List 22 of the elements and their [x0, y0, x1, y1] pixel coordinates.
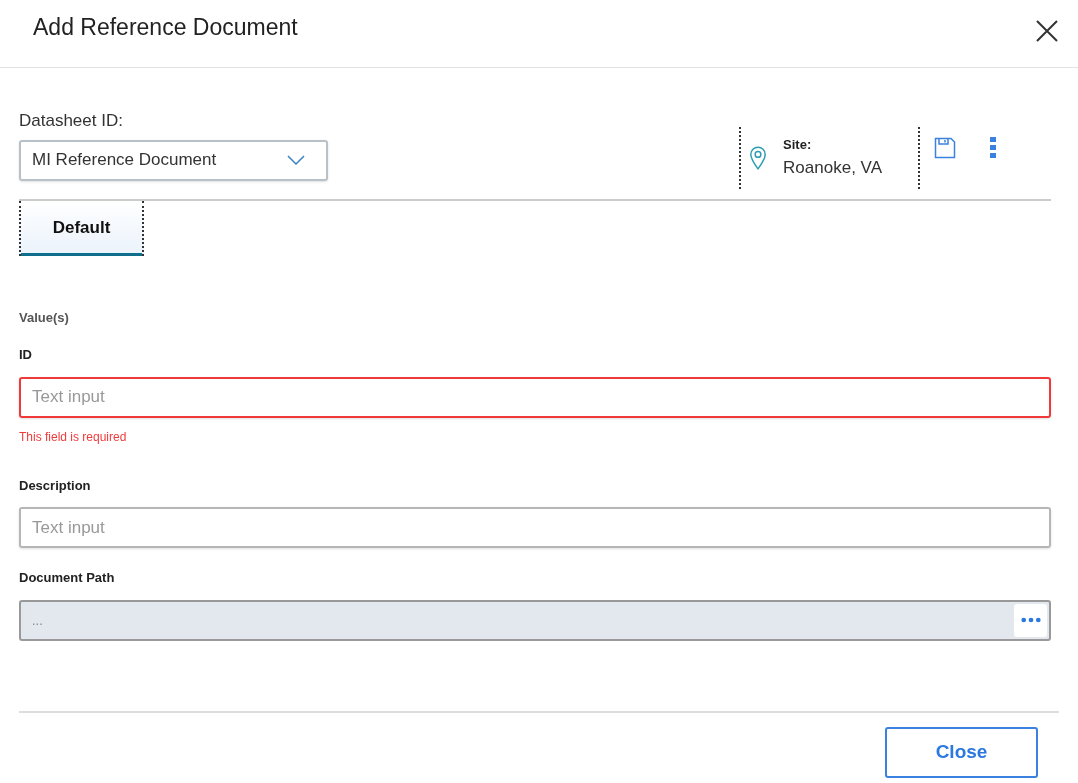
section-title: Value(s)	[19, 308, 70, 327]
dialog-title: Add Reference Document	[33, 13, 298, 42]
text-input-field[interactable]: Text input	[19, 376, 1051, 418]
ellipsis-icon	[1020, 617, 1041, 623]
more-options-icon[interactable]	[990, 136, 996, 159]
text-input-field[interactable]: Text input	[19, 507, 1051, 548]
browse-button[interactable]	[1014, 603, 1047, 637]
site-value: Roanoke, VA	[783, 156, 882, 179]
field-label: Datasheet ID:	[19, 110, 124, 132]
field-label: Description	[19, 476, 91, 495]
document-path-field[interactable]: ...	[19, 599, 1051, 641]
error-message: This field is required	[19, 428, 127, 446]
site-label: Site:	[783, 136, 813, 154]
close-icon[interactable]	[1036, 20, 1058, 42]
field-label: ID	[19, 346, 32, 364]
field-label: Document Path	[19, 569, 115, 587]
location-pin-icon	[749, 144, 768, 171]
chevron-down-icon	[287, 155, 305, 165]
save-icon[interactable]	[934, 136, 956, 159]
tab[interactable]: Default	[19, 200, 144, 256]
close-button[interactable]: Close	[885, 726, 1038, 778]
datasheet-dropdown[interactable]: MI Reference Document	[19, 139, 328, 181]
